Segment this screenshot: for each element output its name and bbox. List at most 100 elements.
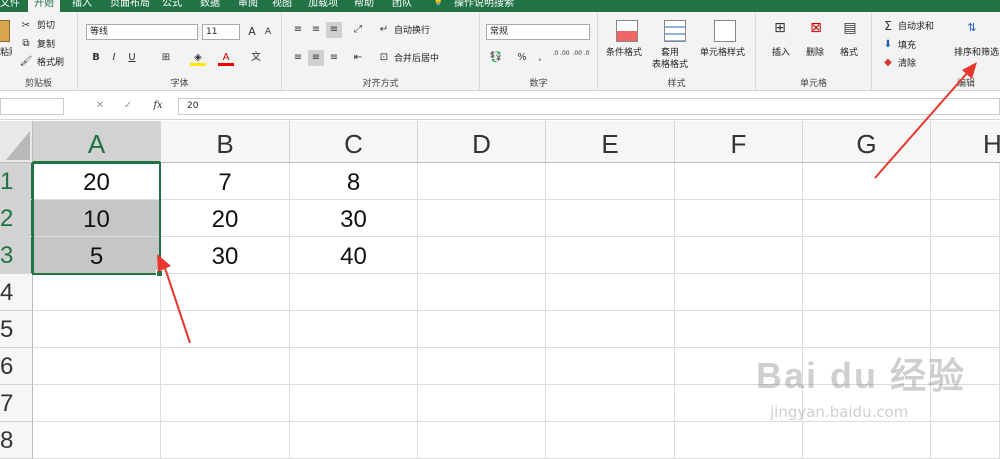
empty-cell[interactable] [675, 237, 803, 274]
fill-button[interactable]: 填充 [898, 40, 916, 52]
italic-button[interactable]: I [106, 50, 122, 66]
border-icon[interactable]: ⊞ [158, 50, 174, 66]
row-header-8[interactable]: 8 [0, 422, 33, 459]
empty-cell[interactable] [931, 311, 1000, 348]
formula-input[interactable]: 20 [178, 98, 1000, 115]
column-header-e[interactable]: E [546, 121, 675, 163]
insert-function-button[interactable]: fx [150, 98, 166, 114]
empty-cell[interactable] [161, 422, 290, 459]
empty-cell[interactable] [546, 422, 675, 459]
empty-cell[interactable] [546, 348, 675, 385]
empty-cell[interactable] [290, 311, 418, 348]
empty-cell[interactable] [803, 274, 931, 311]
align-center-icon[interactable]: ≡ [308, 50, 324, 66]
clear-button[interactable]: 清除 [898, 58, 916, 70]
cell-c2[interactable]: 30 [290, 200, 418, 237]
cell-c1[interactable]: 8 [290, 163, 418, 200]
column-header-f[interactable]: F [675, 121, 803, 163]
empty-cell[interactable] [931, 385, 1000, 422]
empty-cell[interactable] [418, 311, 546, 348]
underline-button[interactable]: U [124, 50, 140, 66]
empty-cell[interactable] [803, 237, 931, 274]
indent-icon[interactable]: ⇤ [350, 50, 366, 66]
empty-cell[interactable] [161, 348, 290, 385]
tab-file[interactable]: 文件 [0, 0, 20, 12]
empty-cell[interactable] [418, 274, 546, 311]
empty-cell[interactable] [290, 422, 418, 459]
cell-a3[interactable]: 5 [33, 237, 161, 274]
row-header-4[interactable]: 4 [0, 274, 33, 311]
empty-cell[interactable] [290, 348, 418, 385]
column-header-c[interactable]: C [290, 121, 418, 163]
empty-cell[interactable] [803, 200, 931, 237]
empty-cell[interactable] [290, 385, 418, 422]
align-bottom-icon[interactable]: ≡ [326, 22, 342, 38]
empty-cell[interactable] [161, 311, 290, 348]
row-header-3[interactable]: 3 [0, 237, 33, 274]
format-button[interactable]: 格式 [840, 47, 858, 59]
wrap-text-button[interactable]: 自动换行 [394, 25, 430, 37]
format-as-table-button[interactable]: 套用 表格格式 [652, 47, 688, 71]
empty-cell[interactable] [931, 237, 1000, 274]
empty-cell[interactable] [418, 163, 546, 200]
increase-decimal-button[interactable]: .0 .00 [552, 50, 570, 66]
empty-cell[interactable] [33, 274, 161, 311]
empty-cell[interactable] [803, 311, 931, 348]
empty-cell[interactable] [546, 311, 675, 348]
cell-a2[interactable]: 10 [33, 200, 161, 237]
percent-button[interactable]: % [514, 50, 530, 66]
number-format-select[interactable]: 常规 [486, 24, 590, 40]
delete-button[interactable]: 删除 [806, 47, 824, 59]
font-color-button[interactable]: A [218, 50, 234, 66]
cell-b2[interactable]: 20 [161, 200, 290, 237]
decrease-decimal-button[interactable]: .00 .0 [572, 50, 590, 66]
empty-cell[interactable] [675, 200, 803, 237]
empty-cell[interactable] [546, 200, 675, 237]
font-size-select[interactable]: 11 [202, 24, 240, 40]
conditional-format-button[interactable]: 条件格式 [606, 47, 642, 59]
empty-cell[interactable] [418, 348, 546, 385]
align-top-icon[interactable]: ≡ [290, 22, 306, 38]
empty-cell[interactable] [675, 422, 803, 459]
empty-cell[interactable] [33, 348, 161, 385]
format-painter-button[interactable]: 格式刷 [37, 57, 64, 69]
sort-filter-button[interactable]: 排序和筛选 [954, 47, 999, 59]
tell-me-search[interactable]: 操作说明搜索 [454, 0, 514, 12]
cell-b3[interactable]: 30 [161, 237, 290, 274]
bold-button[interactable]: B [88, 50, 104, 66]
fill-color-icon[interactable]: ◈ [190, 50, 206, 66]
empty-cell[interactable] [33, 385, 161, 422]
tab-help[interactable]: 帮助 [354, 0, 374, 12]
fill-handle[interactable] [156, 270, 163, 277]
empty-cell[interactable] [290, 274, 418, 311]
cell-styles-button[interactable]: 单元格样式 [700, 47, 745, 59]
comma-button[interactable]: , [532, 50, 548, 66]
column-header-b[interactable]: B [161, 121, 290, 163]
paste-icon[interactable] [0, 20, 10, 42]
empty-cell[interactable] [675, 311, 803, 348]
column-header-g[interactable]: G [803, 121, 931, 163]
empty-cell[interactable] [418, 237, 546, 274]
align-middle-icon[interactable]: ≡ [308, 22, 324, 38]
row-header-1[interactable]: 1 [0, 163, 33, 200]
empty-cell[interactable] [546, 163, 675, 200]
empty-cell[interactable] [803, 385, 931, 422]
cut-button[interactable]: 剪切 [37, 20, 55, 32]
empty-cell[interactable] [418, 385, 546, 422]
empty-cell[interactable] [675, 274, 803, 311]
column-header-a[interactable]: A [33, 121, 161, 163]
empty-cell[interactable] [931, 274, 1000, 311]
empty-cell[interactable] [675, 348, 803, 385]
currency-icon[interactable]: 💱 [488, 50, 504, 66]
name-box[interactable] [0, 98, 64, 115]
font-name-select[interactable]: 等线 [86, 24, 198, 40]
empty-cell[interactable] [546, 274, 675, 311]
tab-view[interactable]: 视图 [272, 0, 292, 12]
insert-button[interactable]: 插入 [772, 47, 790, 59]
autosum-button[interactable]: 自动求和 [898, 21, 934, 33]
merge-center-button[interactable]: 合并后居中 [394, 53, 439, 65]
grow-font-icon[interactable]: A [244, 24, 260, 40]
enter-icon[interactable]: ✓ [120, 98, 136, 114]
tab-data[interactable]: 数据 [200, 0, 220, 12]
align-left-icon[interactable]: ≡ [290, 50, 306, 66]
